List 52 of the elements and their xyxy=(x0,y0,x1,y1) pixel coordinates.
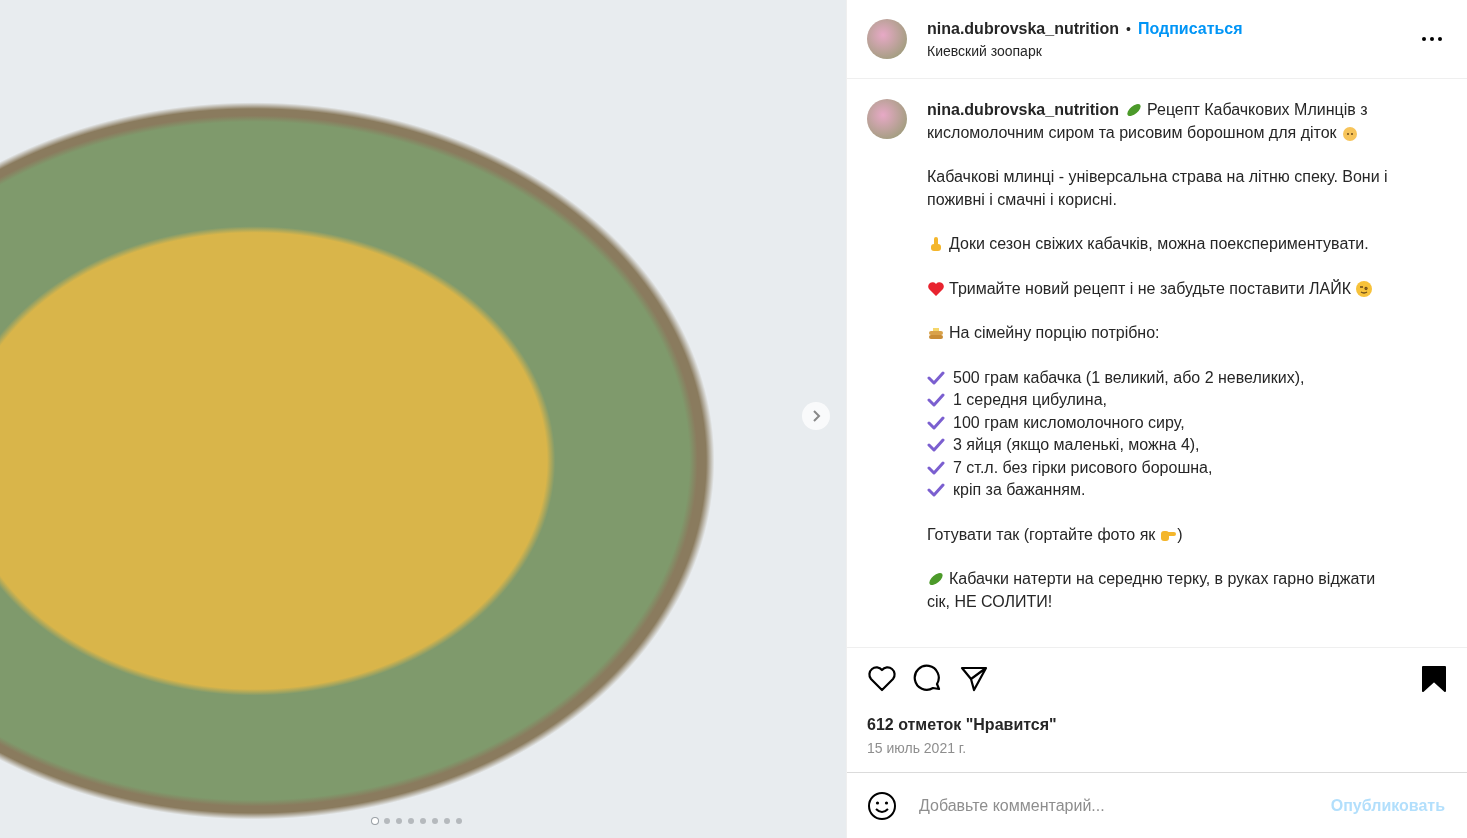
caption-text: ) xyxy=(1177,524,1183,545)
username[interactable]: nina.dubrovska_nutrition xyxy=(927,19,1119,38)
ingredient-text: 7 ст.л. без гірки рисового борошна, xyxy=(953,457,1213,478)
location-text[interactable]: Киевский зоопарк xyxy=(927,42,1397,59)
caption-text: Кабачки натерти на середню терку, в руках гарно віджати xyxy=(949,569,1376,589)
heart-icon xyxy=(927,279,945,298)
comment-button[interactable] xyxy=(913,664,943,694)
carousel-dot[interactable] xyxy=(432,818,438,824)
caption-text: Доки сезон свіжих кабачків, можна поекспериментувати. xyxy=(949,234,1369,254)
check-icon xyxy=(927,393,945,408)
check-icon xyxy=(927,415,945,430)
check-icon xyxy=(927,483,945,498)
more-icon xyxy=(1421,36,1443,42)
winking-face-icon xyxy=(1355,279,1374,298)
bookmark-icon xyxy=(1421,665,1447,693)
carousel-dot[interactable] xyxy=(444,818,450,824)
caption-text: Кабачкові млинці - універсальна страва на літню спеку. Вони і поживні і смачні і корисні. xyxy=(927,167,1389,210)
share-button[interactable] xyxy=(959,664,989,694)
carousel-dot[interactable] xyxy=(396,818,402,824)
heart-icon xyxy=(867,665,897,693)
ingredient-text: кріп за бажанням. xyxy=(953,480,1086,500)
save-button[interactable] xyxy=(1421,665,1447,693)
carousel-dot[interactable] xyxy=(420,818,426,824)
caption-text: сік, НЕ СОЛИТИ! xyxy=(927,591,1053,612)
check-icon xyxy=(927,460,945,475)
caption-text: На сімейну порцію потрібно: xyxy=(949,323,1160,343)
speech-bubble-icon xyxy=(913,664,943,694)
like-button[interactable] xyxy=(867,665,897,693)
paper-plane-icon xyxy=(959,664,989,694)
separator: • xyxy=(1126,20,1131,37)
check-icon xyxy=(927,438,945,453)
ingredient-text: 3 яйця (якщо маленькі, можна 4), xyxy=(953,435,1200,455)
caption-text: Рецепт Кабачкових Млинців з xyxy=(1147,100,1368,120)
next-button[interactable] xyxy=(802,402,830,430)
avatar[interactable] xyxy=(867,19,907,59)
carousel-dot[interactable] xyxy=(372,818,378,824)
carousel-dot[interactable] xyxy=(408,818,414,824)
carousel-dot[interactable] xyxy=(456,818,462,824)
caption-username[interactable]: nina.dubrovska_nutrition xyxy=(927,99,1119,122)
avatar[interactable] xyxy=(867,99,907,139)
carousel-dot[interactable] xyxy=(384,818,390,824)
check-icon xyxy=(927,370,945,385)
caption-text: Готувати так (гортайте фото як xyxy=(927,524,1156,545)
smiley-icon[interactable] xyxy=(867,790,897,821)
caption-text: кисломолочним сиром та рисовим борошном для діток xyxy=(927,122,1337,143)
ingredient-text: 500 грам кабачка (1 великий, або 2 невеликих), xyxy=(953,367,1305,388)
likes-count[interactable]: 612 отметок "Нравится" xyxy=(867,716,1447,734)
ingredient-text: 100 грам кисломолочного сиру, xyxy=(953,412,1185,433)
chevron-right-icon xyxy=(811,409,821,423)
post-date: 15 июль 2021 г. xyxy=(867,740,968,758)
ingredient-text: 1 середня цибулина, xyxy=(953,390,1107,410)
caption-text: Тримайте новий рецепт і не забудьте поставити ЛАЙК xyxy=(949,278,1352,299)
